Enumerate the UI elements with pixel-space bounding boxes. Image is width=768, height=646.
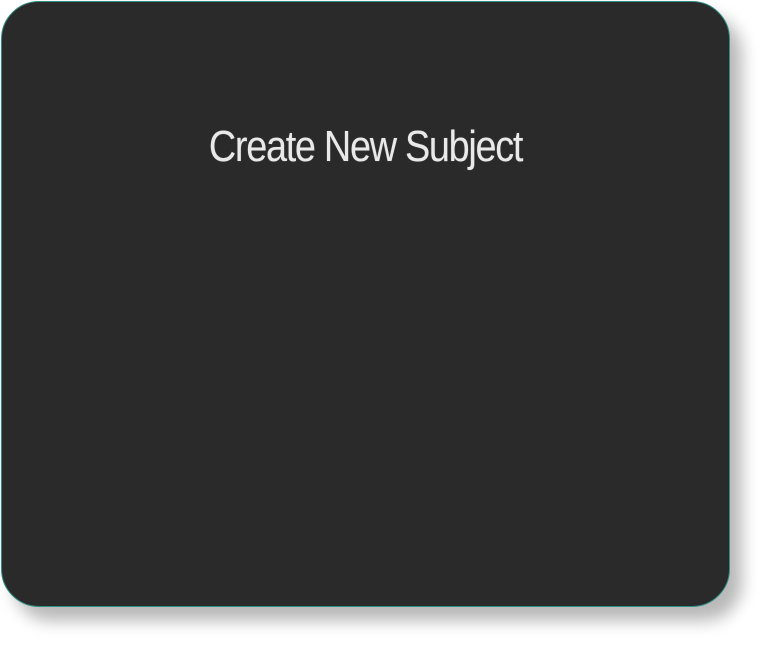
create-subject-dialog: Create New Subject (1, 1, 730, 607)
dialog-title: Create New Subject (208, 122, 524, 171)
screen: Create New Subject (0, 0, 768, 646)
